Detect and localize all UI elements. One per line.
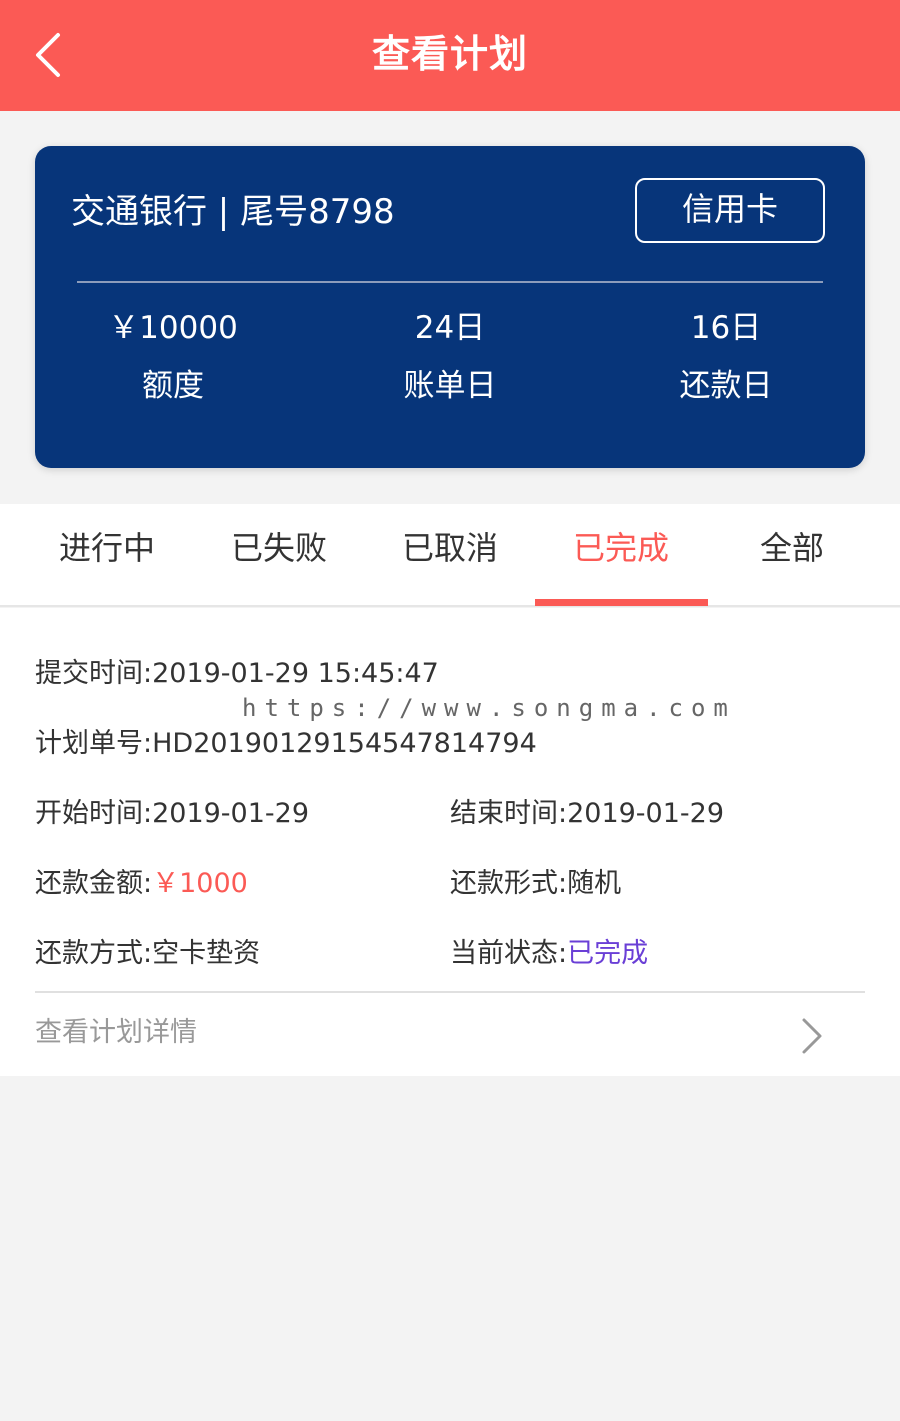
stat-value: 24日 bbox=[414, 310, 486, 346]
tab-cancelled[interactable]: 已取消 bbox=[364, 504, 536, 605]
tab-all[interactable]: 全部 bbox=[706, 504, 878, 605]
plan-number: 计划单号:HD20190129154547814794 bbox=[35, 728, 537, 759]
chevron-right-icon bbox=[802, 1018, 822, 1054]
submit-time: 提交时间:2019-01-29 15:45:47 bbox=[35, 658, 439, 689]
stat-bill-day: 24日 账单日 bbox=[312, 306, 588, 408]
status-label: 当前状态: bbox=[450, 938, 568, 969]
end-time: 结束时间:2019-01-29 bbox=[450, 798, 725, 829]
view-plan-details-label: 查看计划详情 bbox=[35, 1017, 197, 1048]
plan-card: 提交时间:2019-01-29 15:45:47 https://www.son… bbox=[0, 608, 900, 1076]
stat-label: 额度 bbox=[142, 368, 204, 404]
status-tabs: 进行中 已失败 已取消 已完成 全部 bbox=[0, 504, 900, 607]
active-tab-indicator bbox=[535, 599, 708, 606]
card-type-badge: 信用卡 bbox=[635, 178, 825, 243]
start-time: 开始时间:2019-01-29 bbox=[35, 798, 310, 829]
watermark: https://www.songma.com bbox=[242, 694, 736, 722]
stat-label: 账单日 bbox=[403, 368, 497, 404]
credit-card-panel: 交通银行 | 尾号8798 信用卡 ￥10000 额度 24日 账单日 16日 … bbox=[35, 146, 865, 468]
repay-form: 还款形式:随机 bbox=[450, 868, 622, 899]
repay-amount-value: ￥1000 bbox=[152, 868, 248, 899]
current-status: 当前状态:已完成 bbox=[450, 936, 648, 972]
stat-value: ￥10000 bbox=[108, 310, 238, 346]
bank-card-info: 交通银行 | 尾号8798 bbox=[71, 192, 395, 232]
status-value: 已完成 bbox=[567, 938, 649, 969]
app-header: 查看计划 bbox=[0, 0, 900, 111]
page-title: 查看计划 bbox=[371, 32, 528, 76]
stat-value: 16日 bbox=[690, 310, 762, 346]
card-divider bbox=[77, 281, 823, 283]
view-plan-details-link[interactable]: 查看计划详情 bbox=[35, 993, 865, 1076]
tab-in-progress[interactable]: 进行中 bbox=[21, 504, 193, 605]
repay-amount: 还款金额:￥1000 bbox=[35, 866, 248, 902]
stat-limit: ￥10000 额度 bbox=[35, 306, 311, 408]
repay-amount-label: 还款金额: bbox=[35, 868, 153, 899]
tab-completed[interactable]: 已完成 bbox=[535, 504, 707, 605]
tab-failed[interactable]: 已失败 bbox=[193, 504, 365, 605]
stat-label: 还款日 bbox=[679, 368, 773, 404]
stat-repay-day: 16日 还款日 bbox=[588, 306, 864, 408]
repay-method: 还款方式:空卡垫资 bbox=[35, 938, 261, 969]
